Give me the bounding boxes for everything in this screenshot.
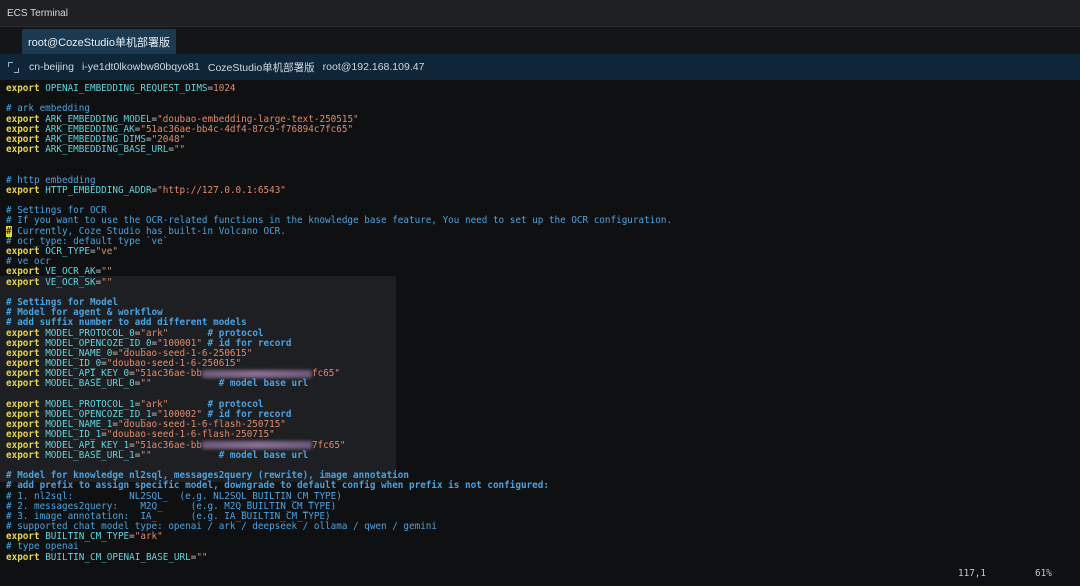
variable-name: VE_OCR_SK bbox=[39, 276, 96, 288]
export-keyword: export bbox=[6, 378, 40, 390]
variable-name: MODEL_BASE_URL_0 bbox=[39, 378, 135, 390]
editor-status-line: 117,1 61% bbox=[0, 566, 1080, 582]
cursor-position: 117,1 bbox=[958, 568, 986, 579]
variable-name: ARK_EMBEDDING_BASE_URL bbox=[39, 144, 169, 156]
session-info-bar: cn-beijing i-ye1dt0lkowbw80bqyo81 CozeSt… bbox=[0, 54, 1080, 80]
editor-line: export MODEL_BASE_URL_1="" # model base … bbox=[6, 449, 1080, 461]
value-string: 1024 bbox=[213, 83, 236, 94]
value-string: "" bbox=[101, 276, 113, 288]
editor-line: # Settings for Model bbox=[6, 297, 1080, 308]
login-label: root@192.168.109.47 bbox=[322, 61, 425, 73]
terminal-output[interactable]: export OPENAI_EMBEDDING_REQUEST_DIMS=102… bbox=[0, 80, 1080, 586]
value-string: "" bbox=[140, 449, 152, 461]
editor-line: export ARK_EMBEDDING_BASE_URL="" bbox=[6, 145, 1080, 155]
redacted-secret bbox=[201, 441, 312, 450]
inline-comment: # model base url bbox=[151, 449, 309, 461]
tab-session[interactable]: root@CozeStudio单机部署版 bbox=[22, 29, 176, 54]
variable-name: BUILTIN_CM_OPENAI_BASE_URL bbox=[39, 551, 191, 563]
value-string: "ark" bbox=[134, 531, 163, 543]
region-label: cn-beijing bbox=[29, 61, 74, 73]
value-string: "" bbox=[140, 378, 152, 390]
tab-bar: root@CozeStudio单机部署版 bbox=[0, 27, 1080, 54]
value-string: "http://127.0.0.1:6543" bbox=[157, 184, 286, 196]
editor-line: export MODEL_BASE_URL_0="" # model base … bbox=[6, 379, 1080, 389]
editor-line: export OCR_TYPE="ve" bbox=[6, 246, 1080, 257]
editor-line: # ve ocr bbox=[6, 257, 1080, 267]
fullscreen-icon[interactable] bbox=[8, 61, 19, 73]
instance-id-label: i-ye1dt0lkowbw80bqyo81 bbox=[81, 61, 200, 73]
inline-comment: # model base url bbox=[151, 378, 309, 390]
editor-line: export BUILTIN_CM_OPENAI_BASE_URL="" bbox=[6, 551, 1080, 563]
instance-name-label: CozeStudio单机部署版 bbox=[207, 61, 315, 74]
editor-line: export HTTP_EMBEDDING_ADDR="http://127.0… bbox=[6, 184, 1080, 196]
value-string: 7fc65" bbox=[311, 439, 346, 451]
editor-line: export BUILTIN_CM_TYPE="ark" bbox=[6, 532, 1080, 542]
export-keyword: export bbox=[6, 551, 40, 563]
value-string: "" bbox=[196, 551, 208, 563]
variable-name: MODEL_BASE_URL_1 bbox=[39, 449, 135, 461]
scroll-percent: 61% bbox=[1035, 568, 1052, 579]
window-title: ECS Terminal bbox=[7, 7, 68, 19]
variable-name: OPENAI_EMBEDDING_REQUEST_DIMS bbox=[39, 83, 208, 94]
value-string: "" bbox=[173, 144, 186, 156]
editor-line: # supported chat model type: openai / ar… bbox=[6, 521, 1080, 532]
editor-lines: export OPENAI_EMBEDDING_REQUEST_DIMS=102… bbox=[6, 83, 1080, 563]
tab-label: root@CozeStudio单机部署版 bbox=[28, 36, 170, 49]
redacted-secret bbox=[201, 369, 312, 378]
value-string: fc65" bbox=[311, 368, 340, 380]
editor-line: # ocr_type: default type `ve` bbox=[6, 236, 1080, 247]
value-string: "ve" bbox=[95, 246, 118, 257]
variable-name: HTTP_EMBEDDING_ADDR bbox=[39, 184, 152, 196]
export-keyword: export bbox=[6, 276, 40, 288]
window-titlebar: ECS Terminal bbox=[0, 0, 1080, 27]
editor-line: export VE_OCR_AK="" bbox=[6, 267, 1080, 277]
editor-line: export VE_OCR_SK="" bbox=[6, 276, 1080, 288]
editor-line: export OPENAI_EMBEDDING_REQUEST_DIMS=102… bbox=[6, 83, 1080, 94]
